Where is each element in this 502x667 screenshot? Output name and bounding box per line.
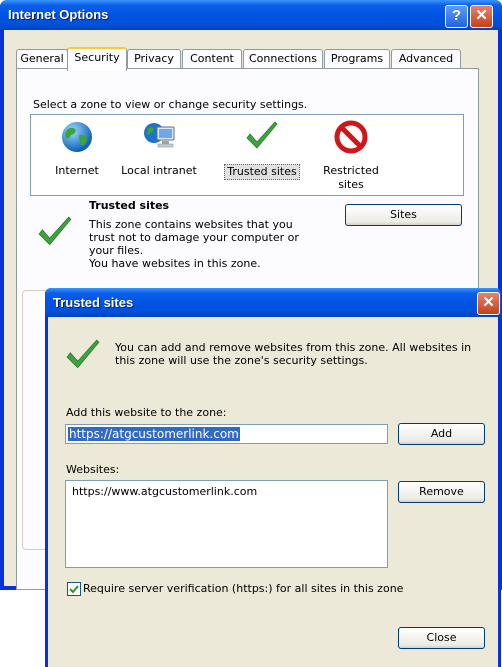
tab-advanced[interactable]: Advanced: [391, 49, 461, 69]
zone-restricted-sites-label: Restricted sites: [323, 164, 379, 191]
websites-label: Websites:: [66, 463, 120, 476]
sites-button[interactable]: Sites: [345, 204, 462, 226]
zone-local-intranet[interactable]: Local intranet: [117, 119, 201, 178]
tab-privacy[interactable]: Privacy: [127, 49, 181, 69]
add-website-label: Add this website to the zone:: [66, 406, 227, 419]
dialog-check-icon: [66, 339, 100, 369]
add-button[interactable]: Add: [398, 423, 485, 445]
trusted-sites-large-check-icon: [38, 216, 72, 246]
zone-trusted-sites-label: Trusted sites: [224, 164, 300, 180]
zone-internet-label: Internet: [55, 164, 99, 177]
zone-description-line: your files.: [89, 244, 144, 257]
zone-description: This zone contains websites that you tru…: [89, 218, 299, 270]
globe-icon: [62, 122, 92, 152]
info-line: You can add and remove websites from thi…: [115, 341, 472, 354]
title-bar[interactable]: Internet Options ? ✕: [0, 0, 502, 30]
tab-general[interactable]: General: [16, 49, 68, 69]
dialog-info-text: You can add and remove websites from thi…: [115, 341, 471, 367]
zone-instruction: Select a zone to view or change security…: [33, 98, 308, 111]
dialog-title: Trusted sites: [53, 295, 134, 310]
require-verification-checkbox[interactable]: [67, 582, 81, 596]
require-verification-label[interactable]: Require server verification (https:) for…: [83, 582, 403, 595]
help-button[interactable]: ?: [445, 5, 468, 28]
info-line: this zone will use the zone's security s…: [115, 354, 368, 367]
window-title: Internet Options: [8, 7, 109, 22]
zone-internet[interactable]: Internet: [49, 119, 105, 178]
zone-trusted-sites[interactable]: Trusted sites: [221, 119, 303, 180]
dialog-close-button[interactable]: ✕: [477, 292, 500, 315]
close-window-button[interactable]: ✕: [470, 5, 493, 28]
close-button[interactable]: Close: [398, 627, 485, 649]
add-website-value: https://atgcustomerlink.com: [68, 427, 240, 441]
remove-button[interactable]: Remove: [398, 481, 485, 503]
tab-programs[interactable]: Programs: [324, 49, 390, 69]
websites-list[interactable]: https://www.atgcustomerlink.com: [65, 480, 388, 568]
website-list-item[interactable]: https://www.atgcustomerlink.com: [72, 485, 257, 498]
tab-content[interactable]: Content: [182, 49, 242, 69]
zone-list: Internet Local intranet Trusted sites Re…: [30, 114, 464, 196]
checkbox-check-icon: [69, 585, 79, 594]
zone-description-line: trust not to damage your computer or: [89, 231, 299, 244]
zone-local-intranet-label: Local intranet: [121, 164, 197, 177]
add-website-input[interactable]: https://atgcustomerlink.com: [65, 424, 388, 444]
zone-description-line: This zone contains websites that you: [89, 218, 293, 231]
tab-security[interactable]: Security: [67, 47, 127, 71]
tab-connections[interactable]: Connections: [243, 49, 323, 69]
checkmark-icon: [246, 121, 278, 149]
zone-description-line: You have websites in this zone.: [89, 257, 261, 270]
zone-restricted-sites[interactable]: Restricted sites: [313, 119, 389, 192]
restricted-icon: [334, 120, 368, 154]
computer-globe-icon: [144, 123, 175, 148]
zone-heading: Trusted sites: [89, 199, 170, 212]
dialog-title-bar[interactable]: Trusted sites ✕: [45, 288, 501, 317]
